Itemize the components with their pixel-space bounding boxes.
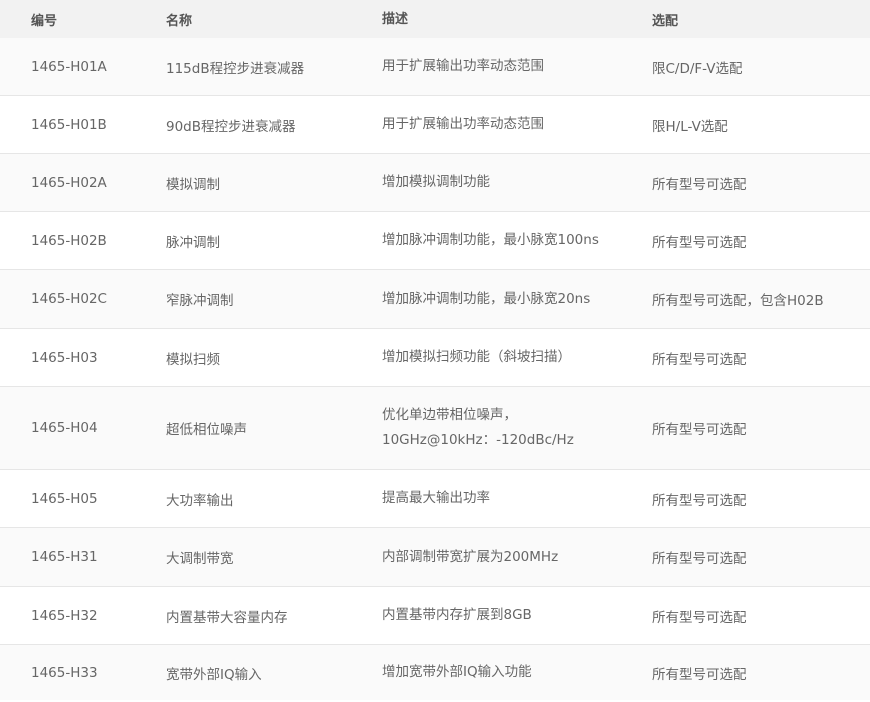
cell-name: 脉冲调制 [166,234,220,251]
cell-description: 用于扩展输出功率动态范围 [382,112,652,137]
cell-code: 1465-H01A [31,58,107,75]
table-row: 1465-H01A 115dB程控步进衰减器 用于扩展输出功率动态范围 限C/D… [0,38,870,96]
cell-description: 内部调制带宽扩展为200MHz [382,545,652,570]
cell-name: 模拟调制 [166,176,220,193]
options-table: 编号 名称 描述 选配 1465-H01A 115dB程控步进衰减器 用于扩展输… [0,0,870,700]
cell-code: 1465-H33 [31,664,98,681]
cell-name: 内置基带大容量内存 [166,609,288,626]
cell-description: 内置基带内存扩展到8GB [382,603,652,628]
cell-name: 宽带外部IQ输入 [166,666,262,683]
cell-code: 1465-H03 [31,349,98,366]
description-line: 10GHz@10kHz：-120dBc/Hz [382,432,574,448]
cell-option: 所有型号可选配 [652,492,747,509]
cell-option: 所有型号可选配 [652,422,747,438]
cell-name: 大调制带宽 [166,551,234,567]
cell-option: 所有型号可选配，包含H02B [652,293,824,309]
table-row: 1465-H01B 90dB程控步进衰减器 用于扩展输出功率动态范围 限H/L-… [0,96,870,154]
table-header: 编号 名称 描述 选配 [0,0,870,38]
description-line: 用于扩展输出功率动态范围 [382,58,544,74]
cell-code: 1465-H02C [31,291,107,307]
description-line: 增加模拟扫频功能（斜坡扫描） [382,349,571,365]
cell-description: 用于扩展输出功率动态范围 [382,54,652,79]
description-line: 增加模拟调制功能 [382,174,490,190]
cell-option: 限H/L-V选配 [652,118,728,135]
table-row: 1465-H03 模拟扫频 增加模拟扫频功能（斜坡扫描） 所有型号可选配 [0,329,870,387]
cell-option: 所有型号可选配 [652,176,747,193]
header-name: 名称 [166,13,193,29]
cell-code: 1465-H31 [31,549,98,565]
description-line: 提高最大输出功率 [382,490,490,506]
cell-code: 1465-H05 [31,490,98,507]
table-row: 1465-H04 超低相位噪声 优化单边带相位噪声， 10GHz@10kHz：-… [0,387,870,470]
description-line: 优化单边带相位噪声， [382,407,517,423]
cell-name: 模拟扫频 [166,351,220,368]
cell-option: 所有型号可选配 [652,351,747,368]
cell-name: 115dB程控步进衰减器 [166,60,305,77]
description-line: 内部调制带宽扩展为200MHz [382,548,559,565]
cell-description: 增加模拟调制功能 [382,170,652,195]
description-line: 用于扩展输出功率动态范围 [382,116,544,132]
description-line: 增加脉冲调制功能，最小脉宽20ns [382,290,591,307]
cell-description: 增加脉冲调制功能，最小脉宽100ns [382,228,652,253]
table-row: 1465-H32 内置基带大容量内存 内置基带内存扩展到8GB 所有型号可选配 [0,587,870,645]
cell-code: 1465-H32 [31,607,98,624]
cell-option: 限C/D/F-V选配 [652,60,743,77]
cell-code: 1465-H01B [31,116,107,133]
header-option: 选配 [652,13,679,29]
cell-description: 增加模拟扫频功能（斜坡扫描） [382,345,652,370]
cell-description: 增加宽带外部IQ输入功能 [382,660,652,685]
table-row: 1465-H02B 脉冲调制 增加脉冲调制功能，最小脉宽100ns 所有型号可选… [0,212,870,270]
cell-description: 增加脉冲调制功能，最小脉宽20ns [382,287,652,312]
cell-description: 提高最大输出功率 [382,486,652,511]
description-line: 内置基带内存扩展到8GB [382,607,532,623]
cell-name: 90dB程控步进衰减器 [166,118,296,135]
table-row: 1465-H02A 模拟调制 增加模拟调制功能 所有型号可选配 [0,154,870,212]
table-row: 1465-H33 宽带外部IQ输入 增加宽带外部IQ输入功能 所有型号可选配 [0,645,870,700]
cell-name: 窄脉冲调制 [166,293,234,309]
cell-code: 1465-H02A [31,174,107,191]
table-row: 1465-H05 大功率输出 提高最大输出功率 所有型号可选配 [0,470,870,528]
cell-description: 优化单边带相位噪声， 10GHz@10kHz：-120dBc/Hz [382,403,652,453]
header-code: 编号 [31,13,58,29]
description-line: 增加宽带外部IQ输入功能 [382,664,532,680]
cell-option: 所有型号可选配 [652,234,747,251]
cell-name: 大功率输出 [166,492,234,509]
description-line: 增加脉冲调制功能，最小脉宽100ns [382,232,599,248]
cell-code: 1465-H04 [31,420,98,436]
cell-option: 所有型号可选配 [652,666,747,683]
table-row: 1465-H02C 窄脉冲调制 增加脉冲调制功能，最小脉宽20ns 所有型号可选… [0,270,870,329]
cell-option: 所有型号可选配 [652,609,747,626]
header-description: 描述 [382,11,409,27]
cell-code: 1465-H02B [31,232,107,249]
cell-name: 超低相位噪声 [166,422,247,438]
table-row: 1465-H31 大调制带宽 内部调制带宽扩展为200MHz 所有型号可选配 [0,528,870,587]
cell-option: 所有型号可选配 [652,551,747,567]
